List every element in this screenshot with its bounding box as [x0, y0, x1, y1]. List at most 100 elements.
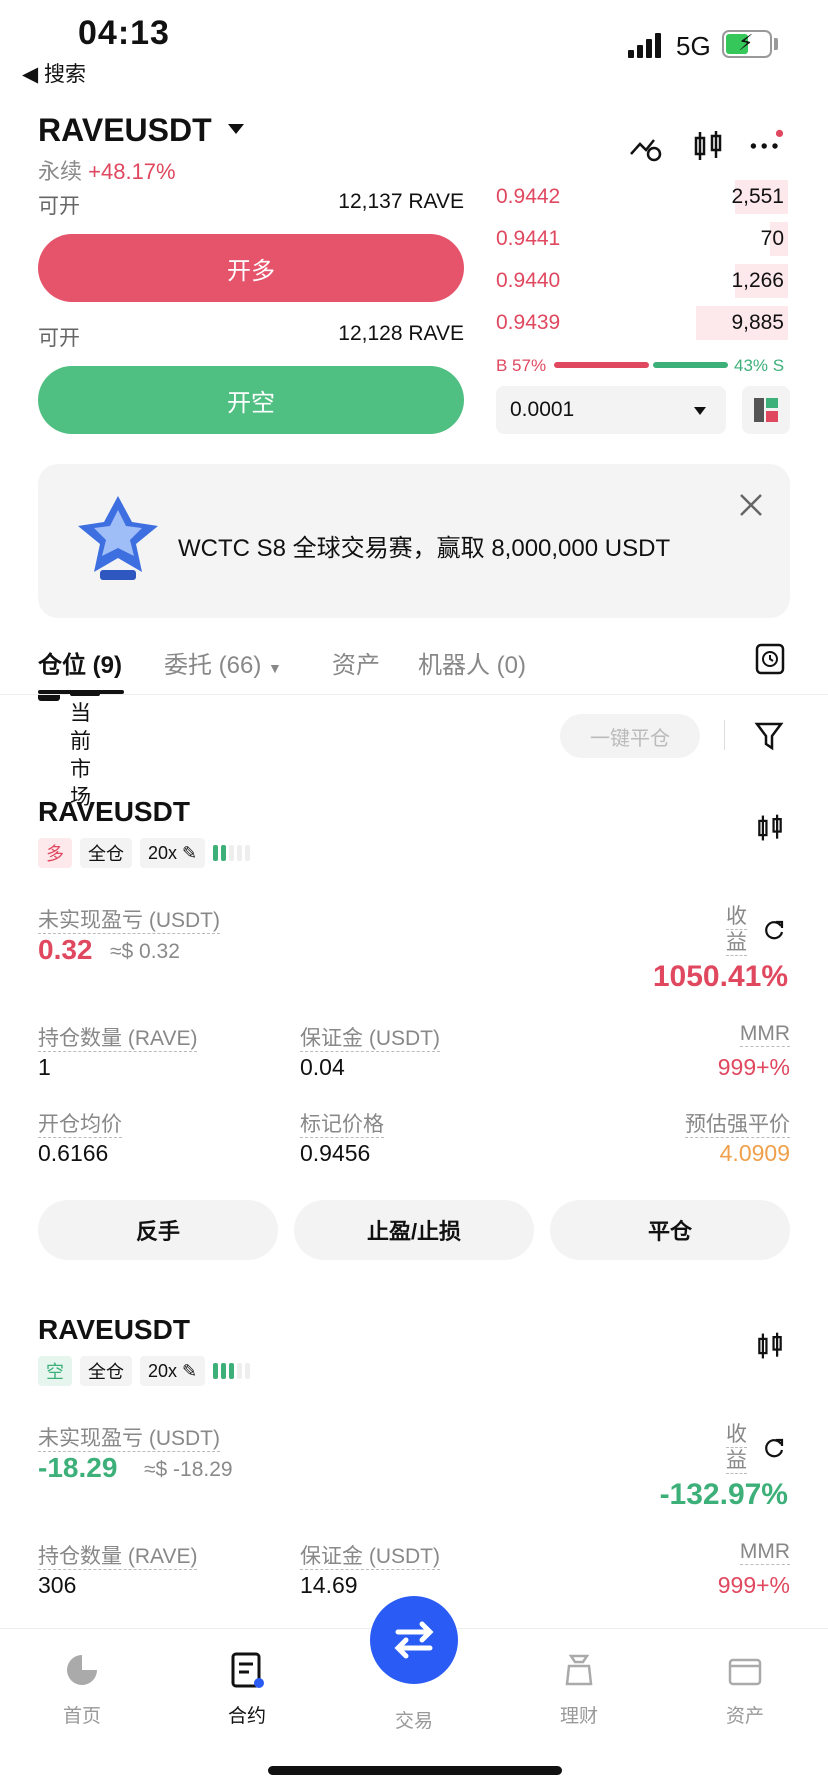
nav-trade[interactable]: 交易: [359, 1700, 469, 1733]
home-icon: [67, 1655, 97, 1685]
mmr-value: 999+%: [717, 1572, 790, 1598]
tab-positions[interactable]: 仓位 (9): [38, 645, 122, 680]
available-long-value: 12,137 RAVE: [338, 190, 464, 213]
tab-orders[interactable]: 委托 (66) ▼: [164, 645, 282, 680]
trophy-icon: [78, 496, 158, 580]
current-market-label: 当前市场: [70, 702, 91, 809]
side-badge: 多: [38, 838, 72, 868]
price-change: +48.17%: [88, 159, 176, 184]
precision-value: 0.0001: [510, 398, 575, 421]
back-to-search[interactable]: ◀ 搜索: [22, 58, 86, 88]
more-menu-icon[interactable]: [748, 128, 784, 164]
candlestick-chart-icon[interactable]: [754, 810, 786, 846]
margin-value: 14.69: [300, 1572, 358, 1598]
nav-futures[interactable]: 合约: [192, 1650, 302, 1728]
candlestick-chart-icon[interactable]: [690, 128, 726, 164]
trade-fab[interactable]: [370, 1596, 458, 1684]
candlestick-chart-icon[interactable]: [754, 1328, 786, 1364]
divider: [724, 720, 725, 750]
roe-value: 1050.41%: [652, 960, 788, 993]
open-short-button[interactable]: 开空: [38, 366, 464, 434]
nav-earn[interactable]: 理财: [524, 1650, 634, 1728]
orderbook-layout-button[interactable]: [742, 386, 790, 434]
share-icon[interactable]: [762, 1436, 786, 1460]
margin-value: 0.04: [300, 1054, 345, 1080]
unrealized-pnl: -18.29: [38, 1452, 118, 1483]
margin-mode-badge: 全仓: [80, 1356, 132, 1386]
close-icon[interactable]: [738, 492, 764, 518]
tab-bots[interactable]: 机器人 (0): [418, 645, 526, 680]
chevron-down-icon: [694, 407, 706, 415]
available-long-label: 可开: [38, 195, 80, 218]
unrealized-pnl-usd: ≈$ -18.29: [144, 1458, 233, 1481]
reverse-button[interactable]: 反手: [38, 1200, 278, 1260]
home-indicator: [268, 1766, 562, 1775]
entry-price-value: 0.6166: [38, 1140, 109, 1166]
buy-ratio-bar: [554, 362, 649, 368]
adl-indicator: [213, 1363, 251, 1379]
side-badge: 空: [38, 1356, 72, 1386]
precision-select[interactable]: 0.0001: [496, 386, 726, 434]
nav-trade-label: 交易: [394, 1711, 433, 1732]
divider: [0, 694, 828, 695]
ask-qty: 2,551: [731, 185, 784, 208]
nav-futures-label: 合约: [227, 1706, 266, 1727]
position-symbol: RAVEUSDT: [38, 1314, 190, 1345]
orderbook-ask-row[interactable]: 0.9442 2,551: [492, 178, 788, 216]
share-icon[interactable]: [762, 918, 786, 942]
liq-price-value: 4.0909: [719, 1140, 790, 1166]
margin-mode-badge: 全仓: [80, 838, 132, 868]
open-long-button[interactable]: 开多: [38, 234, 464, 302]
tab-assets[interactable]: 资产: [332, 645, 380, 680]
roe-label: 收益: [726, 905, 747, 956]
leverage-badge[interactable]: 20x ✎: [140, 1356, 206, 1386]
orderbook-ask-row[interactable]: 0.9439 9,885: [492, 304, 788, 342]
edit-icon: ✎: [182, 842, 198, 863]
battery-tip: [774, 38, 778, 50]
liq-price-label: 预估强平价: [685, 1113, 790, 1138]
ask-price: 0.9439: [496, 311, 561, 334]
history-icon[interactable]: [754, 642, 786, 676]
close-all-button[interactable]: 一键平仓: [560, 714, 700, 758]
filter-checkbox[interactable]: [38, 695, 60, 701]
qty-label: 持仓数量 (RAVE): [38, 1027, 198, 1052]
signal-icon: [628, 32, 664, 58]
swap-icon: [394, 1621, 434, 1659]
futures-icon: [231, 1652, 264, 1688]
nav-home[interactable]: 首页: [27, 1650, 137, 1728]
nav-assets-label: 资产: [725, 1706, 764, 1727]
mark-price-value: 0.9456: [300, 1140, 371, 1166]
tp-sl-button[interactable]: 止盈/止损: [294, 1200, 534, 1260]
close-position-button[interactable]: 平仓: [550, 1200, 790, 1260]
nav-assets[interactable]: 资产: [690, 1650, 800, 1728]
ask-qty: 9,885: [731, 311, 784, 334]
banner-text[interactable]: WCTC S8 全球交易赛，赢取 8,000,000 USDT: [178, 528, 670, 563]
assets-icon: [728, 1658, 762, 1686]
leverage-value: 20x: [148, 1360, 178, 1381]
mmr-value: 999+%: [717, 1054, 790, 1080]
symbol-title[interactable]: RAVEUSDT: [38, 112, 212, 149]
unrealized-pnl-usd: ≈$ 0.32: [110, 940, 180, 963]
mmr-label: MMR: [739, 1540, 790, 1565]
ask-price: 0.9442: [496, 185, 561, 208]
strategy-icon[interactable]: [628, 128, 664, 164]
orderbook-ask-row[interactable]: 0.9440 1,266: [492, 262, 788, 300]
filter-icon[interactable]: [754, 720, 784, 752]
tab-orders-label: 委托 (66): [164, 652, 262, 679]
orderbook-ask-row[interactable]: 0.9441 70: [492, 220, 788, 258]
adl-indicator: [213, 845, 251, 861]
current-market-filter[interactable]: 当前市场: [70, 692, 100, 812]
leverage-badge[interactable]: 20x ✎: [140, 838, 206, 868]
available-short-value: 12,128 RAVE: [338, 322, 464, 345]
ask-qty: 1,266: [731, 269, 784, 292]
roe-label: 收益: [726, 1423, 747, 1474]
wallet-bag-icon: [565, 1654, 593, 1686]
contract-type: 永续: [38, 159, 83, 184]
ask-qty: 70: [760, 227, 784, 250]
qty-value: 1: [38, 1054, 51, 1080]
margin-label: 保证金 (USDT): [300, 1027, 440, 1052]
mark-price-label: 标记价格: [300, 1113, 384, 1138]
qty-value: 306: [38, 1572, 77, 1598]
status-time: 04:13: [78, 14, 170, 52]
symbol-dropdown-icon[interactable]: [228, 124, 244, 134]
